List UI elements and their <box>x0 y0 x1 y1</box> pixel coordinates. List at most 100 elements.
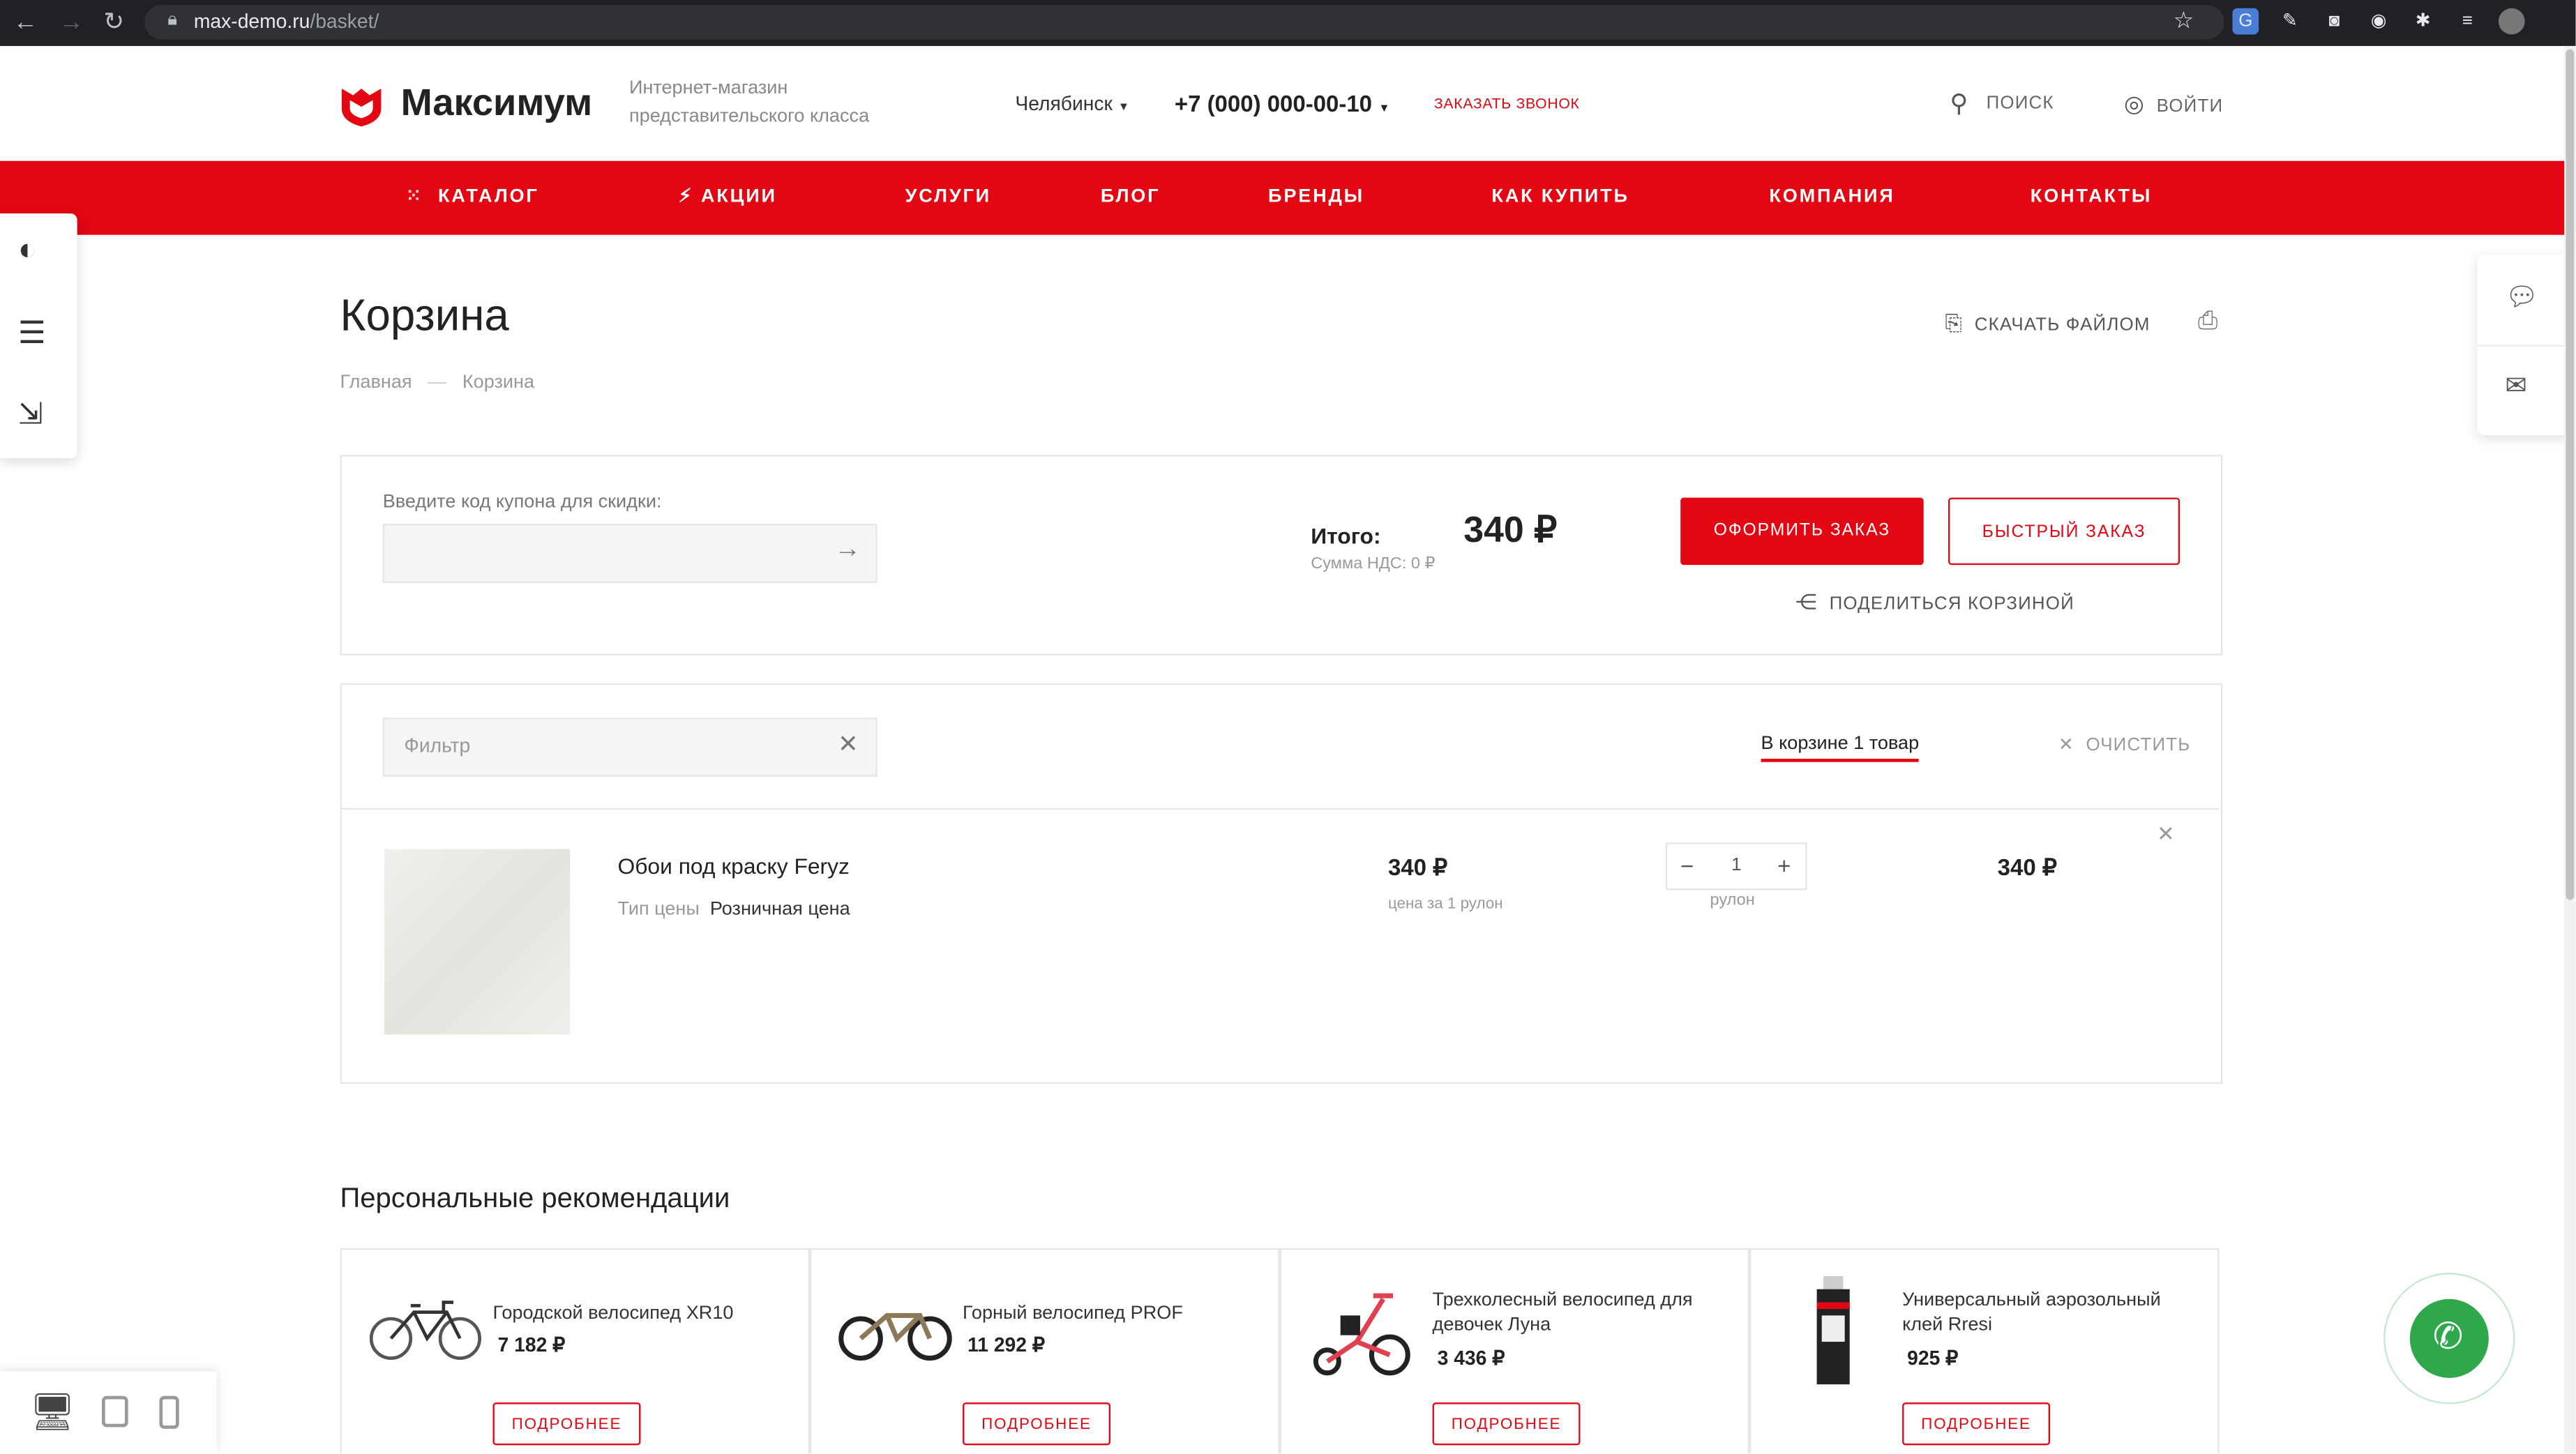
divider <box>341 808 2220 810</box>
more-button[interactable]: ПОДРОБНЕЕ <box>1432 1402 1581 1446</box>
more-button[interactable]: ПОДРОБНЕЕ <box>1902 1402 2051 1446</box>
download-file-button[interactable]: ⎘ СКАЧАТЬ ФАЙЛОМ <box>1945 310 2150 337</box>
increase-button[interactable]: + <box>1777 844 1791 888</box>
total-label: Итого: <box>1311 524 1381 549</box>
menu-company[interactable]: КОМПАНИЯ <box>1769 161 1895 235</box>
decrease-button[interactable]: − <box>1680 844 1694 888</box>
user-icon: ◎ <box>2124 90 2145 117</box>
mail-icon[interactable]: ✉ <box>2505 370 2527 402</box>
product-name[interactable]: Городской велосипед XR10 <box>493 1304 734 1324</box>
extensions-icon[interactable]: ✱ <box>2410 8 2436 35</box>
media-icon[interactable]: ≡ <box>2454 8 2480 35</box>
spray-can-image <box>1816 1275 1850 1385</box>
reload-icon[interactable]: ↻ <box>103 0 124 46</box>
more-button[interactable]: ПОДРОБНЕЕ <box>492 1402 641 1446</box>
forward-icon[interactable]: → <box>59 0 84 46</box>
logo-text[interactable]: Максимум <box>401 80 593 125</box>
breadcrumb: Главная — Корзина <box>340 373 534 393</box>
main-menu: ⁙ КАТАЛОГ ⚡︎ АКЦИИ УСЛУГИ БЛОГ БРЕНДЫ КА… <box>0 160 2576 235</box>
browser-toolbar: ← → ↻ 🔒︎ max-demo.ru/basket/ ☆ G ✎ ◙ ◉ ✱… <box>0 0 2576 46</box>
filter-input[interactable]: Фильтр ✕ <box>382 718 878 777</box>
search-icon: ⚲ <box>1950 90 1969 119</box>
address-bar[interactable]: 🔒︎ max-demo.ru/basket/ ☆ <box>144 5 2224 40</box>
callback-link[interactable]: ЗАКАЗАТЬ ЗВОНОК <box>1434 96 1580 112</box>
recommendations-title: Персональные рекомендации <box>340 1182 730 1214</box>
login-icon[interactable]: ⇲ <box>18 397 43 432</box>
device-switcher: 🖥︎ <box>0 1371 217 1454</box>
mobile-icon[interactable] <box>159 1395 179 1429</box>
arrow-right-icon[interactable]: → <box>834 536 861 565</box>
bicycle-image <box>369 1301 482 1360</box>
lightning-icon: ⚡︎ <box>678 187 694 207</box>
breadcrumb-home[interactable]: Главная <box>340 373 412 393</box>
product-name-line2[interactable]: девочек Луна <box>1433 1314 1693 1338</box>
chat-icon[interactable]: 💬︎ <box>2505 281 2538 314</box>
basket-count-tab[interactable]: В корзине 1 товар <box>1761 734 1920 762</box>
coupon-label: Введите код купона для скидки: <box>382 492 662 513</box>
recommendation-card[interactable]: Универсальный аэрозольный клей Rresi 925 … <box>1749 1248 2220 1454</box>
lock-icon: 🔒︎ <box>167 10 178 30</box>
more-button[interactable]: ПОДРОБНЕЕ <box>963 1402 1110 1446</box>
theme-icon[interactable]: ◐ <box>18 233 37 269</box>
menu-contacts[interactable]: КОНТАКТЫ <box>2031 161 2152 235</box>
menu-catalog[interactable]: ⁙ КАТАЛОГ <box>406 161 539 235</box>
caret-down-icon: ▼ <box>1378 103 1390 115</box>
caret-down-icon: ▼ <box>1117 102 1130 114</box>
scrollbar-thumb[interactable] <box>2566 49 2575 900</box>
tagline: Интернет-магазин представительского класс… <box>628 79 870 127</box>
product-name[interactable]: Трехколесный велосипед для <box>1433 1289 1693 1314</box>
privacy-icon[interactable]: ◉ <box>2365 8 2392 35</box>
product-name[interactable]: Горный велосипед PROF <box>963 1304 1183 1324</box>
recommendation-card[interactable]: Горный велосипед PROF 11 292 ₽ ПОДРОБНЕЕ <box>810 1248 1280 1454</box>
call-widget[interactable]: ✆ <box>2383 1273 2515 1404</box>
coupon-input[interactable]: → <box>382 524 878 584</box>
phone-icon: ✆ <box>2409 1298 2489 1378</box>
share-basket-button[interactable]: ⋲ ПОДЕЛИТЬСЯ КОРЗИНОЙ <box>1795 589 2074 616</box>
menu-how-to-buy[interactable]: КАК КУПИТЬ <box>1491 161 1629 235</box>
city-selector[interactable]: Челябинск ▼ <box>1015 92 1129 115</box>
pen-icon[interactable]: ✎ <box>2277 8 2303 35</box>
product-price: 7 182 ₽ <box>497 1333 566 1357</box>
product-price: 340 ₽ <box>1387 854 1448 881</box>
clear-basket-button[interactable]: ✕ ОЧИСТИТЬ <box>2058 734 2191 755</box>
print-icon[interactable]: ⎙ <box>2198 307 2217 335</box>
price-per-unit: цена за 1 рулон <box>1387 895 1503 914</box>
menu-brands[interactable]: БРЕНДЫ <box>1268 161 1364 235</box>
menu-blog[interactable]: БЛОГ <box>1101 161 1161 235</box>
recommendation-card[interactable]: Городской велосипед XR10 7 182 ₽ ПОДРОБН… <box>340 1248 811 1454</box>
product-price: 925 ₽ <box>1907 1347 1959 1370</box>
checkout-button[interactable]: ОФОРМИТЬ ЗАКАЗ <box>1680 497 1924 566</box>
product-name[interactable]: Универсальный аэрозольный <box>1902 1289 2161 1314</box>
profile-avatar[interactable] <box>2498 8 2525 35</box>
desktop-icon[interactable]: 🖥︎ <box>29 1391 75 1434</box>
translate-icon[interactable]: G <box>2232 8 2259 35</box>
breadcrumb-separator: — <box>428 372 447 393</box>
settings-sliders-icon[interactable]: ☰ <box>18 315 46 353</box>
remove-item-icon[interactable]: ✕ <box>2157 821 2175 848</box>
phone-number[interactable]: +7 (000) 000-00-10 ▼ <box>1175 91 1390 117</box>
camera-icon[interactable]: ◙ <box>2321 8 2348 35</box>
price-type: Тип цены Розничная цена <box>617 900 850 920</box>
quick-order-button[interactable]: БЫСТРЫЙ ЗАКАЗ <box>1948 497 2180 566</box>
bookmark-star-icon[interactable]: ☆ <box>2174 6 2194 34</box>
back-icon[interactable]: ← <box>13 0 38 46</box>
product-image[interactable] <box>384 849 571 1035</box>
quantity-value[interactable]: 1 <box>1731 844 1741 888</box>
url-text: max-demo.ru/basket/ <box>193 10 379 33</box>
document-icon: ⎘ <box>1945 310 1964 335</box>
product-price: 3 436 ₽ <box>1437 1347 1505 1370</box>
login-button[interactable]: ◎ ВОЙТИ <box>2124 91 2223 119</box>
filter-placeholder: Фильтр <box>404 734 471 757</box>
menu-promo[interactable]: ⚡︎ АКЦИИ <box>679 161 777 235</box>
quantity-stepper: − 1 + <box>1665 842 1807 891</box>
product-name-line2[interactable]: клей Rresi <box>1902 1314 2161 1338</box>
recommendation-card[interactable]: Трехколесный велосипед для девочек Луна 3… <box>1279 1248 1750 1454</box>
tablet-icon[interactable] <box>102 1395 128 1428</box>
menu-services[interactable]: УСЛУГИ <box>905 161 991 235</box>
grid-icon: ⁙ <box>405 187 424 207</box>
clear-filter-icon[interactable]: ✕ <box>838 729 859 759</box>
search-button[interactable]: ⚲ ПОИСК <box>1950 89 2054 119</box>
product-name[interactable]: Обои под краску Feryz <box>617 854 849 879</box>
logo-icon[interactable] <box>338 82 384 137</box>
breadcrumb-current: Корзина <box>462 372 535 393</box>
